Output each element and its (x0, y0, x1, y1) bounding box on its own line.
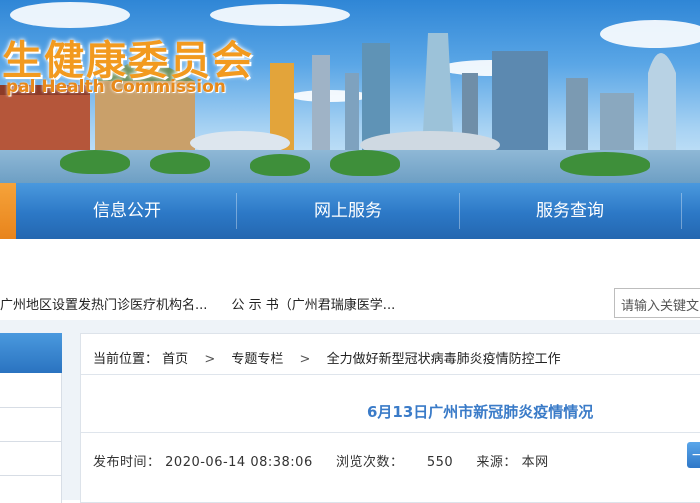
nav-item-info-disclosure[interactable]: 信息公开 (20, 183, 234, 239)
left-sidebar (0, 333, 62, 503)
article-panel: 当前位置： 首页 > 专题专栏 > 全力做好新型冠状病毒肺炎疫情防控工作 6月1… (80, 333, 700, 503)
source-label: 来源： (476, 455, 517, 470)
nav-divider (236, 193, 237, 229)
tree (150, 152, 210, 174)
published-label: 发布时间： (93, 455, 161, 470)
article-title: 6月13日广州市新冠肺炎疫情情况 (367, 403, 594, 421)
news-ticker: 广州地区设置发热门诊医疗机构名... 公 示 书（广州君瑞康医学... (0, 294, 415, 313)
search-input[interactable]: 请输入关键文 (614, 288, 700, 318)
nav-item-home-edge[interactable] (0, 183, 16, 239)
nav-divider (681, 193, 682, 229)
nav-item-service-query[interactable]: 服务查询 (460, 183, 680, 239)
breadcrumb-home[interactable]: 首页 (162, 352, 188, 367)
views-label: 浏览次数： (336, 455, 404, 470)
cloud (210, 4, 350, 26)
float-tool-icon[interactable]: − (687, 442, 700, 468)
breadcrumb-separator: > (204, 352, 216, 367)
ticker-link[interactable]: 广州地区设置发热门诊医疗机构名... (0, 298, 207, 313)
ticker-link[interactable]: 公 示 书（广州君瑞康医学... (232, 298, 396, 313)
tree (560, 152, 650, 176)
article-meta: 发布时间： 2020-06-14 08:38:06 浏览次数： 550 来源： … (93, 451, 549, 470)
source-value: 本网 (521, 455, 549, 470)
published-value: 2020-06-14 08:38:06 (165, 455, 313, 470)
site-banner: 生健康委员会 pal Health Commission (0, 0, 700, 183)
breadcrumb-covid-topic[interactable]: 全力做好新型冠状病毒肺炎疫情防控工作 (327, 352, 561, 367)
tree (250, 154, 310, 176)
breadcrumb-special-topics[interactable]: 专题专栏 (231, 352, 283, 367)
news-ticker-strip: 广州地区设置发热门诊医疗机构名... 公 示 书（广州君瑞康医学... (0, 239, 700, 313)
site-title-english: pal Health Commission (6, 77, 226, 97)
breadcrumb: 当前位置： 首页 > 专题专栏 > 全力做好新型冠状病毒肺炎疫情防控工作 (93, 348, 561, 367)
panel-divider (81, 432, 700, 433)
panel-divider (81, 374, 700, 375)
tree (60, 150, 130, 174)
breadcrumb-separator: > (299, 352, 311, 367)
tree (330, 150, 400, 176)
nav-item-online-services[interactable]: 网上服务 (238, 183, 458, 239)
cloud (10, 2, 130, 28)
breadcrumb-label: 当前位置： (93, 352, 159, 367)
main-nav: 信息公开 网上服务 服务查询 (0, 183, 700, 239)
sidebar-divider (0, 475, 62, 476)
sidebar-divider (0, 407, 62, 408)
sidebar-header (0, 333, 62, 373)
views-value: 550 (426, 455, 454, 470)
sidebar-divider (0, 441, 62, 442)
